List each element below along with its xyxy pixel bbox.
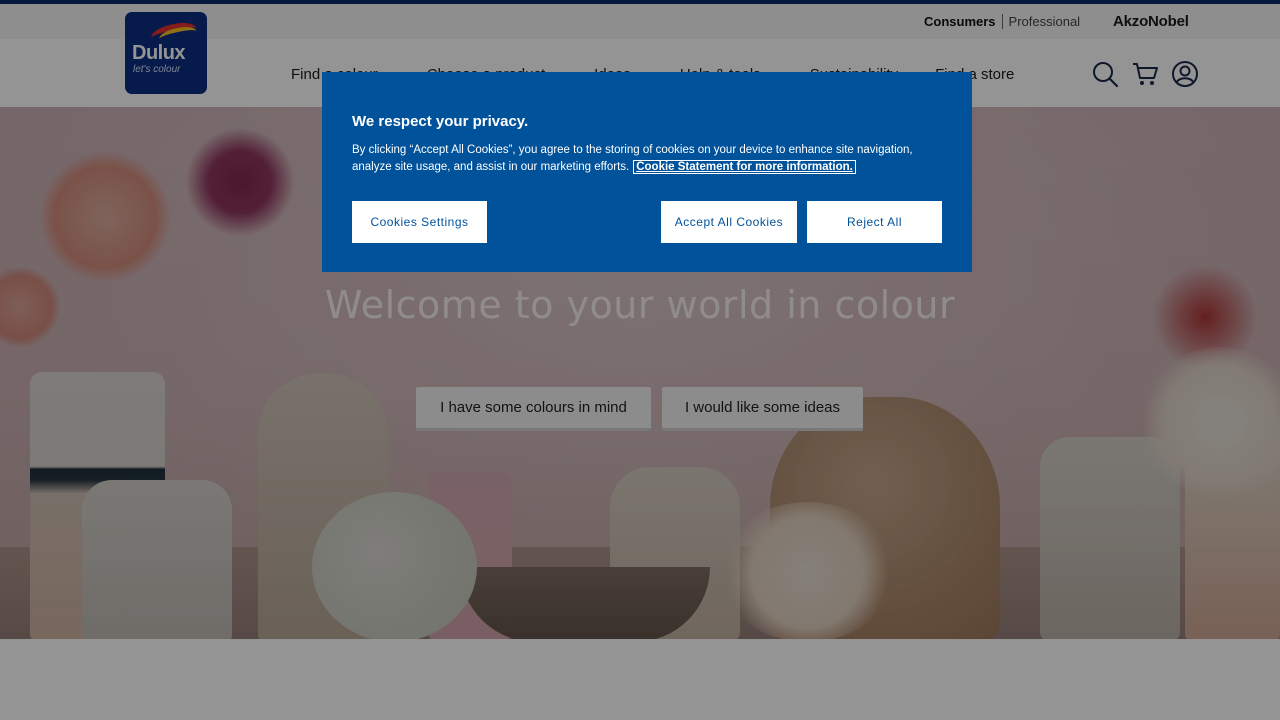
accept-all-cookies-button[interactable]: Accept All Cookies <box>661 201 797 243</box>
cookie-consent-banner: We respect your privacy. By clicking “Ac… <box>322 72 972 272</box>
cookies-settings-button[interactable]: Cookies Settings <box>352 201 487 243</box>
cookie-statement-link[interactable]: Cookie Statement for more information. <box>633 160 856 174</box>
reject-all-button[interactable]: Reject All <box>807 201 942 243</box>
cookie-banner-text: By clicking “Accept All Cookies”, you ag… <box>352 142 942 176</box>
cookie-banner-title: We respect your privacy. <box>352 113 529 130</box>
